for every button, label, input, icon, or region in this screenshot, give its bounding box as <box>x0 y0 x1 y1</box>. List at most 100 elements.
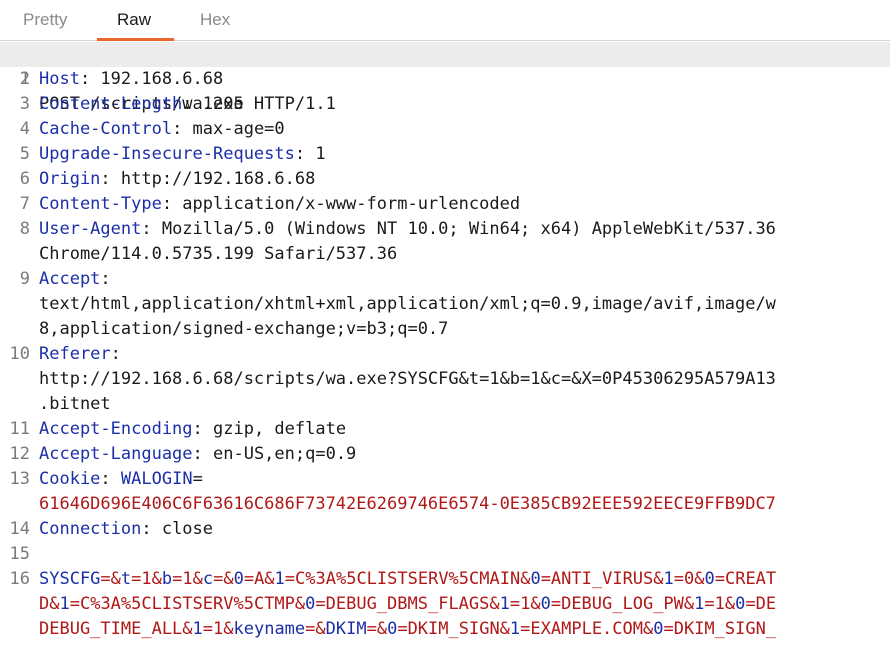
line-number: 10 <box>9 344 30 364</box>
header-value: text/html,application/xhtml+xml,applicat… <box>39 294 776 314</box>
body-param-name: 1 <box>663 569 674 589</box>
body-param-value: =DKIM_SIGN& <box>397 619 510 639</box>
header-value: Chrome/114.0.5735.199 Safari/537.36 <box>39 244 398 264</box>
header-value: : <box>100 269 111 289</box>
header-line: Origin: http://192.168.6.68 <box>39 167 315 192</box>
line-number: 4 <box>19 119 30 139</box>
body-param-name: SYSCFG <box>39 569 101 589</box>
header-value: : Mozilla/5.0 (Windows NT 10.0; Win64; x… <box>141 219 776 239</box>
body-param-name: 1 <box>499 594 510 614</box>
body-param-value: =& <box>305 619 326 639</box>
body-param-name: b <box>161 569 173 589</box>
body-param-value: =EXAMPLE.COM& <box>520 619 654 639</box>
body-param-value: =C%3A%5CLISTSERV%5CMAIN& <box>284 569 531 589</box>
tab-raw[interactable]: Raw <box>117 10 151 30</box>
body-param-name: t <box>120 569 132 589</box>
header-value: : en-US,en;q=0.9 <box>192 444 357 464</box>
header-line: User-Agent: Mozilla/5.0 (Windows NT 10.0… <box>39 217 776 242</box>
body-param-name: 0 <box>735 594 746 614</box>
header-value: : application/x-www-form-urlencoded <box>161 194 521 214</box>
line-number: 9 <box>19 269 30 289</box>
active-tab-indicator <box>97 38 174 41</box>
code-line: 9 Accept: <box>0 267 890 292</box>
header-line: Content-Length: 1205 <box>39 92 244 117</box>
line-number: 6 <box>19 169 30 189</box>
header-line: Content-Type: application/x-www-form-url… <box>39 192 520 217</box>
code-line: Chrome/114.0.5735.199 Safari/537.36 <box>0 242 890 267</box>
header-line: Accept: <box>39 267 111 292</box>
header-value: : <box>110 344 121 364</box>
line-number: 5 <box>19 144 30 164</box>
header-line: Accept-Encoding: gzip, deflate <box>39 417 346 442</box>
header-line: Connection: close <box>39 517 213 542</box>
code-line: http://192.168.6.68/scripts/wa.exe?SYSCF… <box>0 367 890 392</box>
body-param-name: 1 <box>192 619 203 639</box>
header-value: .bitnet <box>39 394 111 414</box>
body-param-value: =DKIM_SIGN_ <box>663 619 777 639</box>
body-param-name: 1 <box>274 569 285 589</box>
body-param-name: 0 <box>233 569 244 589</box>
body-param-name: 0 <box>704 569 715 589</box>
body-param-name: 0 <box>387 619 398 639</box>
header-name: Cache-Control <box>39 119 173 139</box>
body-param-name: 1 <box>694 594 705 614</box>
code-line: 8 User-Agent: Mozilla/5.0 (Windows NT 10.… <box>0 217 890 242</box>
line-number: 7 <box>19 194 30 214</box>
body-param-value: =C%3A%5CLISTSERV%5CTMP& <box>69 594 306 614</box>
header-name: Accept-Language <box>39 444 193 464</box>
header-value: : 192.168.6.68 <box>79 69 224 89</box>
code-line: 12 Accept-Language: en-US,en;q=0.9 <box>0 442 890 467</box>
line-number: 16 <box>9 569 30 589</box>
header-line: Host: 192.168.6.68 <box>39 67 223 92</box>
body-param-value: =ANTI_VIRUS& <box>540 569 664 589</box>
code-line: 13 Cookie: WALOGIN= <box>0 467 890 492</box>
code-line: 5 Upgrade-Insecure-Requests: 1 <box>0 142 890 167</box>
header-line: Accept-Language: en-US,en;q=0.9 <box>39 442 356 467</box>
body-param-value: =& <box>366 619 388 639</box>
body-param-value: =& <box>100 569 121 589</box>
code-line: 4 Cache-Control: max-age=0 <box>0 117 890 142</box>
body-param-value: =CREAT <box>714 569 777 589</box>
body-param-name: 1 <box>509 619 521 639</box>
line-number: 2 <box>19 69 30 89</box>
body-param-value: =1& <box>172 569 203 589</box>
cookie-value: 61646D696E406C6F63616C686F73742E6269746E… <box>39 494 776 514</box>
line-number: 12 <box>9 444 30 464</box>
line-number: 3 <box>19 94 30 114</box>
code-line: 16 SYSCFG=&t=1&b=1&c=&0=A&1=C%3A%5CLISTSE… <box>0 567 890 592</box>
cookie-name: WALOGIN <box>120 469 193 489</box>
header-value: 8,application/signed-exchange;v=b3;q=0.7 <box>39 319 449 339</box>
body-param-name: DKIM <box>325 619 367 639</box>
tab-hex[interactable]: Hex <box>200 10 230 30</box>
header-name: Host <box>39 69 80 89</box>
line-number: 13 <box>9 469 30 489</box>
header-continuation: Chrome/114.0.5735.199 Safari/537.36 <box>39 242 397 267</box>
header-continuation: .bitnet <box>39 392 111 417</box>
header-value: http://192.168.6.68/scripts/wa.exe?SYSCF… <box>39 369 776 389</box>
code-line: 3 Content-Length: 1205 <box>0 92 890 117</box>
header-name: Content-Type <box>39 194 162 214</box>
body-param-value: =A& <box>243 569 275 589</box>
code-line: 61646D696E406C6F63616C686F73742E6269746E… <box>0 492 890 517</box>
body-param-name: 0 <box>653 619 664 639</box>
tab-pretty[interactable]: Pretty <box>23 10 67 30</box>
header-value: : 1 <box>294 144 326 164</box>
code-line: 14 Connection: close <box>0 517 890 542</box>
header-value: : gzip, deflate <box>192 419 347 439</box>
body-param-value: =0& <box>673 569 705 589</box>
body-param-name: c <box>202 569 214 589</box>
body-line: D&1=C%3A%5CLISTSERV%5CTMP&0=DEBUG_DBMS_F… <box>39 592 776 617</box>
code-line: 7 Content-Type: application/x-www-form-ur… <box>0 192 890 217</box>
header-continuation: 8,application/signed-exchange;v=b3;q=0.7 <box>39 317 448 342</box>
code-line: 6 Origin: http://192.168.6.68 <box>0 167 890 192</box>
header-name: Upgrade-Insecure-Requests <box>39 144 295 164</box>
code-line: DEBUG_TIME_ALL&1=1&keyname=&DKIM=&0=DKIM… <box>0 617 890 642</box>
code-line: 8,application/signed-exchange;v=b3;q=0.7 <box>0 317 890 342</box>
header-separator: : <box>100 469 121 489</box>
body-param-value: =& <box>213 569 234 589</box>
code-line: 1 POST /scripts/wa.exe HTTP/1.1 <box>0 42 890 114</box>
code-line: 10 Referer: <box>0 342 890 367</box>
header-value: : max-age=0 <box>172 119 285 139</box>
body-param-value: D& <box>39 594 60 614</box>
raw-request-editor[interactable]: 1 POST /scripts/wa.exe HTTP/1.1 2 Host: 1… <box>0 42 890 648</box>
